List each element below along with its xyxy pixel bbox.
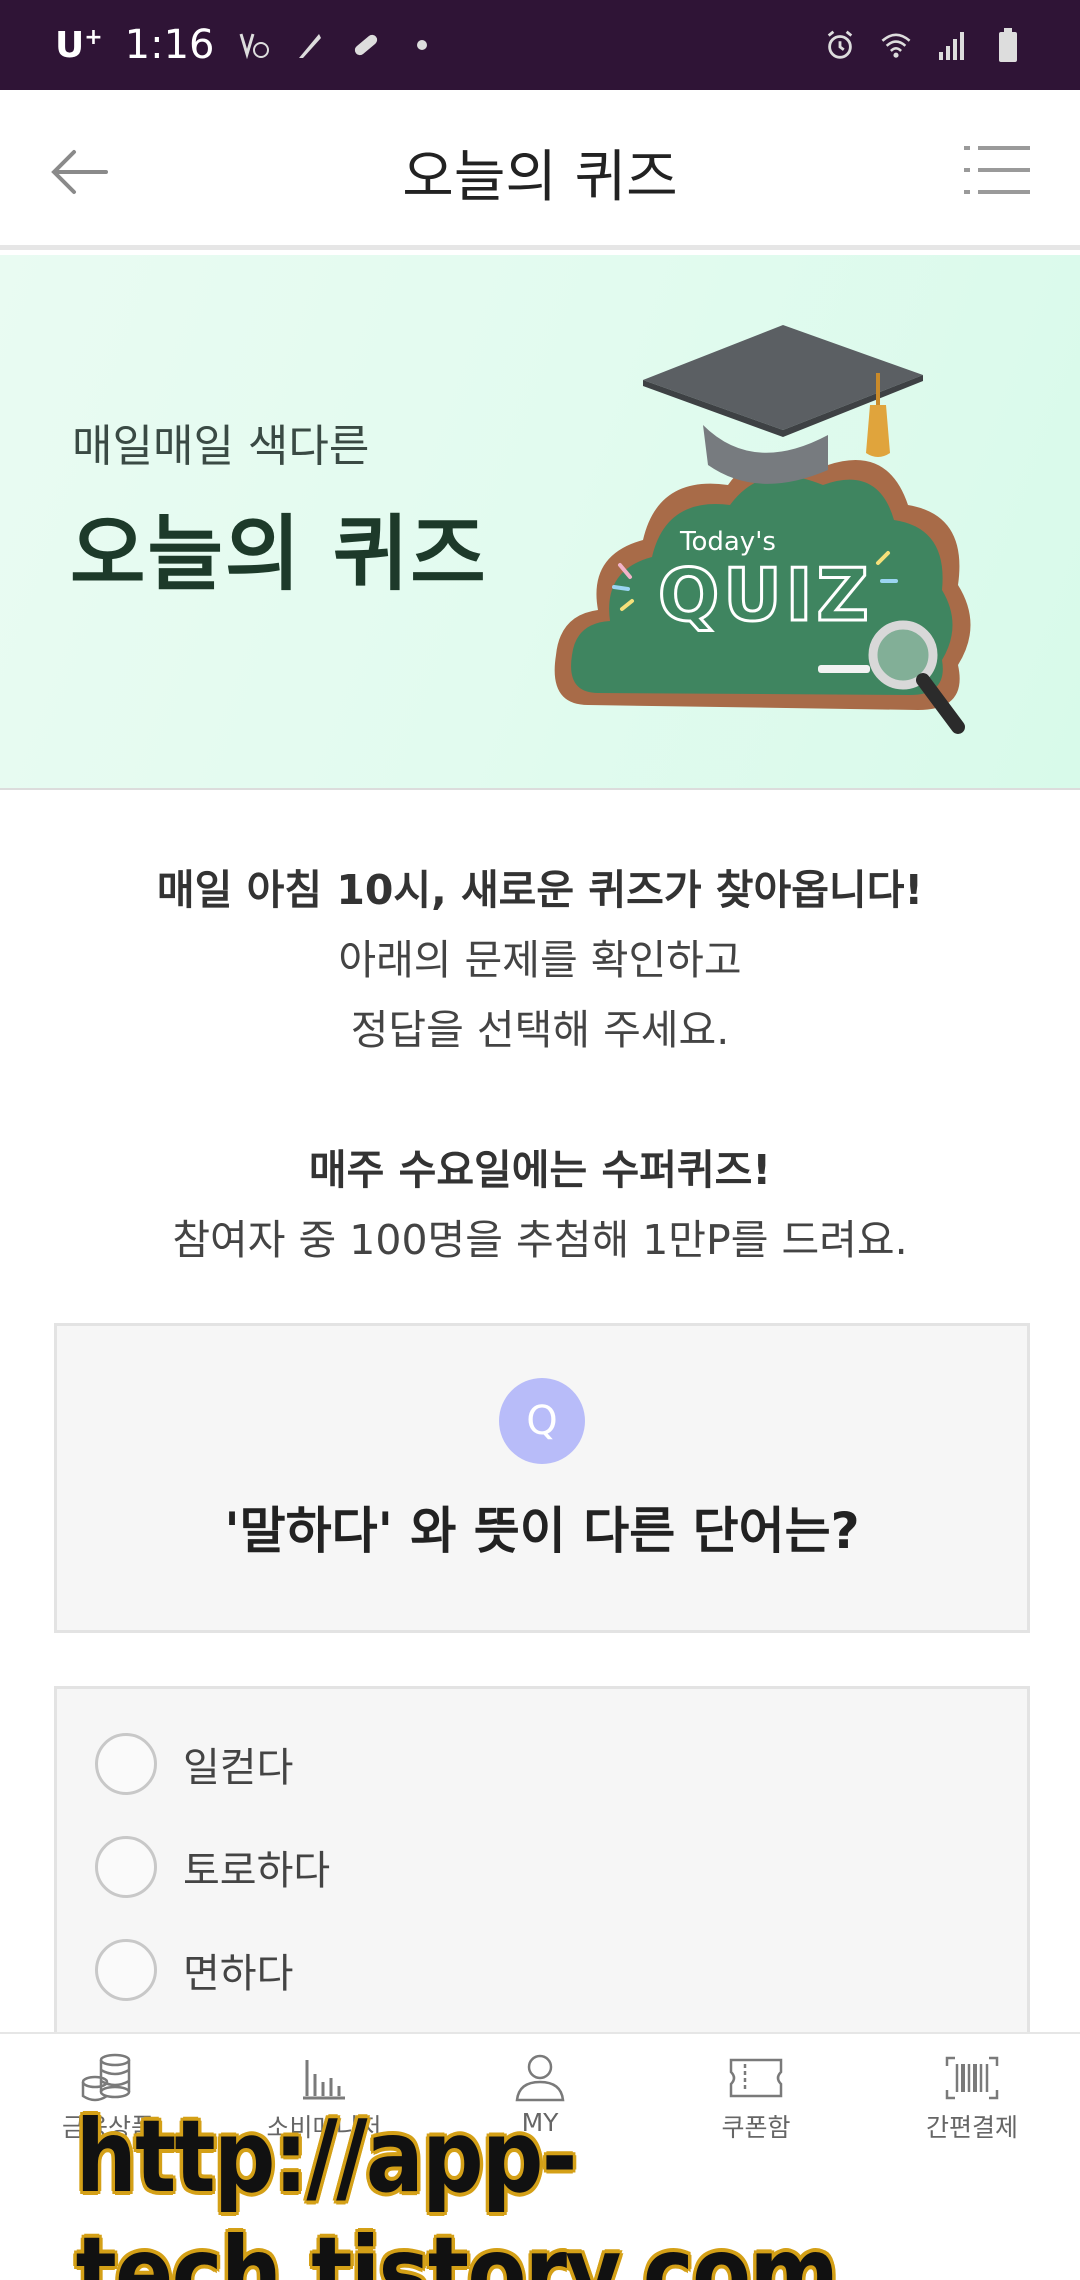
status-bar: U+ 1:16: [0, 0, 1080, 90]
radio-button[interactable]: [95, 1836, 157, 1898]
answer-option-1[interactable]: 일컫다: [95, 1729, 293, 1799]
watermark: http://app-tech.tistory.com: [0, 2098, 1080, 2280]
quill-icon: [293, 28, 327, 62]
menu-button[interactable]: [964, 142, 1030, 198]
banner-subtitle: 매일매일 색다른: [72, 421, 370, 472]
intro-line-4: 매주 수요일에는 수퍼퀴즈!: [308, 1146, 772, 1194]
app-header: 오늘의 퀴즈: [0, 90, 1080, 250]
watermark-text: http://app-tech.tistory.com: [75, 2098, 839, 2280]
intro-line-1: 매일 아침 10시, 새로운 퀴즈가 찾아옵니다!: [156, 866, 924, 914]
alarm-icon: [823, 28, 857, 62]
intro-line-3: 정답을 선택해 주세요.: [350, 1006, 730, 1054]
coins-icon: [81, 2053, 131, 2102]
page-title: 오늘의 퀴즈: [402, 145, 678, 210]
ticket-icon: [729, 2058, 783, 2098]
answer-option-2[interactable]: 토로하다: [95, 1832, 330, 1902]
intro-text: 매일 아침 10시, 새로운 퀴즈가 찾아옵니다! 아래의 문제를 확인하고 정…: [0, 855, 1080, 1275]
radio-button[interactable]: [95, 1733, 157, 1795]
question-badge: Q: [499, 1378, 585, 1464]
bar-chart-icon: [303, 2060, 345, 2100]
menu-icon: [964, 146, 1030, 194]
volte-icon: [237, 28, 271, 62]
wifi-icon: [879, 28, 913, 62]
user-icon: [515, 2054, 565, 2102]
option-label: 토로하다: [183, 1848, 331, 1894]
pill-icon: [349, 28, 383, 62]
question-box: Q '말하다' 와 뜻이 다른 단어는?: [54, 1323, 1030, 1633]
option-label: 일컫다: [183, 1745, 294, 1791]
art-big-text: QUIZ: [658, 553, 873, 637]
carrier-label: U+: [55, 24, 103, 66]
radio-button[interactable]: [95, 1939, 157, 2001]
dot-icon: [405, 28, 439, 62]
quiz-banner: 매일매일 색다른 오늘의 퀴즈 Today's QUIZ: [0, 255, 1080, 790]
answer-options: 일컫다 토로하다 면하다: [54, 1686, 1030, 2046]
answer-option-3[interactable]: 면하다: [95, 1935, 293, 2005]
battery-icon: [991, 28, 1025, 62]
option-label: 면하다: [183, 1951, 294, 1997]
signal-icon: [935, 28, 969, 62]
barcode-icon: [945, 2056, 999, 2100]
quiz-chalkboard-illustration: Today's QUIZ: [554, 325, 971, 734]
status-time: 1:16: [124, 22, 215, 68]
question-text: '말하다' 와 뜻이 다른 단어는?: [224, 1502, 860, 1560]
banner-title: 오늘의 퀴즈: [70, 507, 488, 602]
intro-line-5: 참여자 중 100명을 추첨해 1만P를 드려요.: [172, 1216, 908, 1264]
intro-line-2: 아래의 문제를 확인하고: [338, 936, 742, 984]
